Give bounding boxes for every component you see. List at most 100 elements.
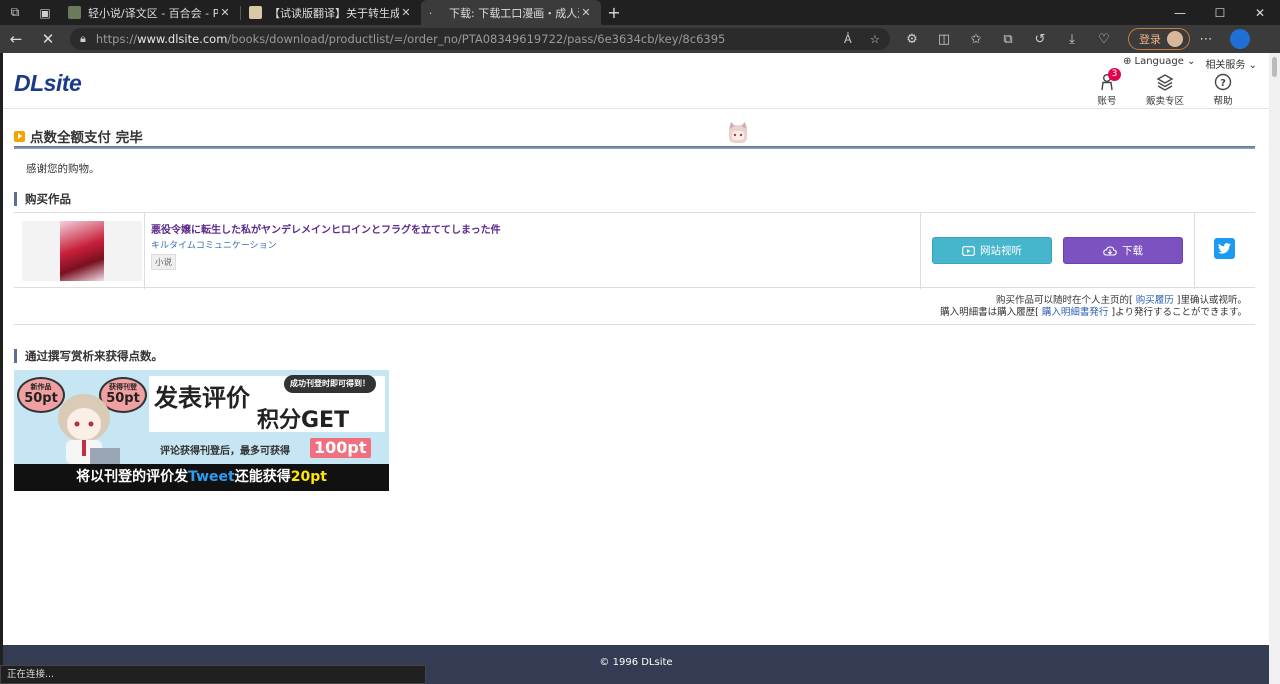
work-title-link[interactable]: 悪役令嬢に転生した私がヤンデレメインヒロインとフラグを立ててしまった件	[151, 221, 501, 236]
help-link[interactable]: ? 帮助	[1203, 73, 1243, 107]
sell-area-label: 贩卖专区	[1145, 96, 1184, 107]
new-tab-button[interactable]: +	[601, 3, 627, 22]
account-link[interactable]: 3 账号	[1087, 68, 1127, 107]
split-screen-icon[interactable]: ◫	[928, 25, 960, 53]
profile-avatar	[1167, 31, 1183, 47]
banner-headline-1: 发表评价	[154, 384, 250, 412]
layers-icon	[1156, 74, 1174, 91]
downloads-icon[interactable]: ⤓	[1056, 25, 1088, 53]
minimize-icon[interactable]: —	[1160, 0, 1200, 25]
tab-title: 【试读版翻译】关于转生成为反派	[269, 6, 399, 20]
performance-icon[interactable]: ♡	[1088, 25, 1120, 53]
column-divider	[144, 213, 145, 289]
banner-bottom-strip: 将以刊登的评价发Tweet还能获得20pt	[14, 464, 389, 491]
page-title: 点数全额支付 完毕	[14, 126, 143, 146]
copyright-text: © 1996 DLsite	[599, 657, 673, 668]
twitter-share-button[interactable]	[1214, 238, 1235, 259]
browser-tab-1[interactable]: 轻小说/译文区 - 百合会 - Powere ✕	[60, 0, 240, 25]
browser-toolbar: ← ✕ 🔒︎ https://www.dlsite.com/books/down…	[0, 25, 1280, 53]
banner-max-points: 100pt	[310, 438, 371, 458]
url-path: /books/download/productlist/=/order_no/P…	[227, 32, 726, 46]
tab-favicon	[249, 6, 262, 19]
circle-name-link[interactable]: キルタイムコミュニケーション	[151, 238, 277, 251]
related-services-menu[interactable]: 相关服务 ⌄	[1205, 56, 1257, 71]
banner-speech-bubble: 成功刊登时即可得到！	[284, 375, 376, 393]
toolbar-icons: ⚙ ◫ ✩ ⧉ ↺ ⤓ ♡ 登录 ⋯	[896, 25, 1250, 53]
tab-actions-icon[interactable]: ▣	[30, 0, 60, 25]
browser-tab-3-active[interactable]: . 下载: 下载工口漫画・成人漫画, ✕	[421, 0, 601, 25]
collections-icon[interactable]: ⧉	[992, 25, 1024, 53]
close-icon[interactable]: ✕	[218, 6, 232, 19]
close-icon[interactable]: ✕	[399, 6, 413, 19]
play-square-icon	[14, 130, 25, 142]
notification-badge: 3	[1108, 68, 1121, 81]
favorites-icon[interactable]: ✩	[960, 25, 992, 53]
work-cover-image	[60, 221, 104, 281]
page-scrollbar[interactable]	[1269, 53, 1280, 684]
thank-you-message: 感谢您的购物。	[26, 163, 100, 175]
web-page: DLsite ⊕ Language ⌄ 相关服务 ⌄ 3 账号 贩卖专区 ? 帮…	[3, 53, 1269, 684]
history-icon[interactable]: ↺	[1024, 25, 1056, 53]
window-controls: — ☐ ✕	[1160, 0, 1280, 25]
profile-login-button[interactable]: 登录	[1128, 28, 1190, 50]
favorite-star-icon[interactable]: ☆	[870, 32, 880, 46]
notes-divider	[14, 324, 1255, 325]
web-viewer-button[interactable]: 网站视听	[932, 237, 1052, 264]
back-arrow-icon[interactable]: ←	[0, 25, 32, 53]
work-thumbnail[interactable]	[22, 221, 142, 281]
read-aloud-icon[interactable]: A᷾	[844, 32, 852, 46]
banner-girl-illustration	[58, 394, 120, 464]
browser-tab-2[interactable]: 【试读版翻译】关于转生成为反派 ✕	[241, 0, 421, 25]
banner-headline-2: 积分GET	[257, 408, 350, 433]
column-divider	[1194, 213, 1195, 289]
header-divider	[3, 108, 1269, 109]
stop-loading-icon[interactable]: ✕	[32, 25, 64, 53]
download-button[interactable]: 下载	[1063, 237, 1183, 264]
header-top-links: ⊕ Language ⌄ 相关服务 ⌄	[1123, 56, 1257, 71]
mascot-character-icon	[729, 122, 747, 143]
login-label: 登录	[1139, 33, 1161, 46]
url-host: www.dlsite.com	[137, 32, 228, 46]
address-bar[interactable]: 🔒︎ https://www.dlsite.com/books/download…	[70, 28, 890, 50]
browser-status-bar: 正在连接...	[0, 665, 426, 684]
browser-tab-bar: ⧉ ▣ 轻小说/译文区 - 百合会 - Powere ✕ 【试读版翻译】关于转生…	[0, 0, 1280, 25]
copilot-icon[interactable]	[1230, 29, 1250, 49]
header-icon-nav: 3 账号 贩卖专区 ? 帮助	[1087, 68, 1243, 107]
globe-icon: ⊕	[1123, 56, 1132, 67]
url-scheme: https://	[95, 32, 138, 46]
review-campaign-banner[interactable]: 新作品 50pt 获得刊登 50pt 发表评价 积分GET 成功刊登时即可得到！…	[14, 370, 389, 491]
genre-tag: 小说	[151, 254, 177, 270]
title-underline	[14, 146, 1255, 149]
help-icon: ?	[1214, 73, 1232, 91]
help-label: 帮助	[1213, 96, 1233, 107]
svg-text:?: ?	[1220, 78, 1226, 89]
maximize-icon[interactable]: ☐	[1200, 0, 1240, 25]
purchased-item-row: 悪役令嬢に転生した私がヤンデレメインヒロインとフラグを立ててしまった件 キルタイ…	[14, 212, 1255, 289]
lock-icon: 🔒︎	[80, 32, 86, 45]
close-icon[interactable]: ✕	[579, 6, 593, 19]
tab-favicon	[68, 6, 81, 19]
receipt-issue-link[interactable]: 購入明細書発行	[1042, 307, 1109, 318]
banner-subline: 评论获得刊登后，最多可获得	[160, 446, 290, 457]
purchase-history-link[interactable]: 购买履历	[1136, 295, 1174, 306]
more-menu-icon[interactable]: ⋯	[1190, 25, 1222, 53]
close-window-icon[interactable]: ✕	[1240, 0, 1280, 25]
purchase-notes: 购买作品可以随时在个人主页的[ 购买履历 ]里确认或视听。 購入明細書は購入履歴…	[940, 295, 1247, 319]
cloud-download-icon	[1103, 245, 1117, 256]
tab-title: 轻小说/译文区 - 百合会 - Powere	[88, 6, 218, 20]
sell-area-link[interactable]: 贩卖专区	[1145, 73, 1185, 107]
scrollbar-thumb[interactable]	[1272, 57, 1277, 77]
review-points-heading: 通过撰写赏析来获得点数。	[14, 349, 163, 363]
account-label: 账号	[1097, 96, 1117, 107]
tab-title: 下载: 下载工口漫画・成人漫画,	[449, 6, 579, 20]
site-logo[interactable]: DLsite	[14, 70, 82, 97]
column-divider	[920, 213, 921, 289]
twitter-bird-icon	[1218, 243, 1231, 254]
language-selector[interactable]: ⊕ Language ⌄	[1123, 56, 1195, 71]
extensions-icon[interactable]: ⚙	[896, 25, 928, 53]
workspaces-icon[interactable]: ⧉	[0, 0, 30, 25]
notes-line-2: 購入明細書は購入履歴[ 購入明細書発行 ]より発行することができます。	[940, 307, 1247, 318]
loading-icon: .	[429, 6, 433, 17]
play-screen-icon	[962, 245, 975, 256]
purchased-works-heading: 购买作品	[14, 192, 71, 206]
